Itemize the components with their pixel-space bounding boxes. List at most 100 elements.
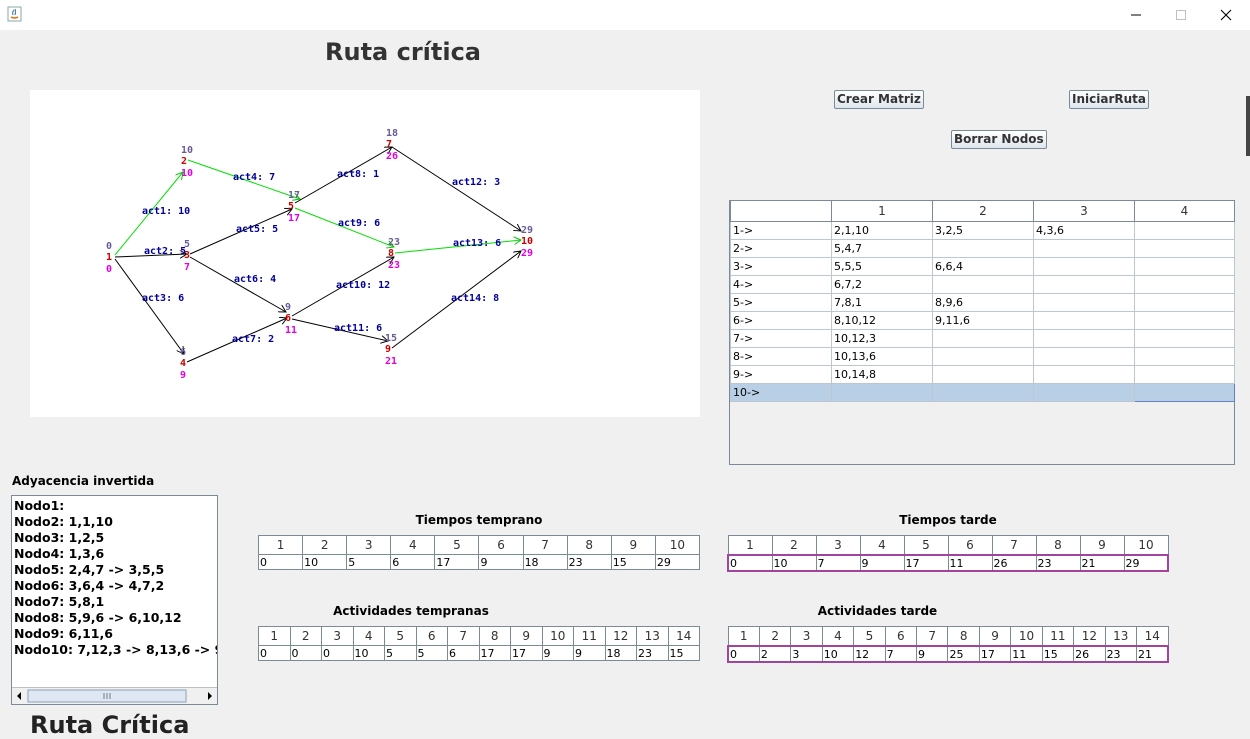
actividades-tarde-cell[interactable]: 17 [978,645,1012,663]
tiempos-temprano-col-header[interactable]: 7 [522,535,568,555]
actividades-tempranas-cell[interactable]: 18 [604,645,637,661]
matrix-col-header[interactable]: 1 [831,201,933,222]
matrix-cell[interactable] [1134,275,1235,294]
matrix-cell[interactable]: 8,9,6 [932,293,1034,312]
matrix-cell[interactable] [1134,383,1235,402]
actividades-tarde-col-header[interactable]: 14 [1135,626,1169,647]
tiempos-tarde-col-header[interactable]: 8 [1035,535,1081,556]
matrix-cell[interactable] [932,365,1034,384]
actividades-tempranas-col-header[interactable]: 2 [289,626,322,646]
actividades-tarde-col-header[interactable]: 11 [1041,626,1075,647]
tiempos-tarde-col-header[interactable]: 1 [727,535,773,556]
actividades-tempranas-col-header[interactable]: 4 [352,626,385,646]
tiempos-temprano-cell[interactable]: 10 [302,554,348,570]
matrix-row[interactable]: 3-> 5,5,5 6,6,4 [730,257,1235,276]
matrix-cell[interactable]: 8,10,12 [831,311,933,330]
matrix-row[interactable]: 8-> 10,13,6 [730,347,1235,366]
actividades-tempranas-table[interactable]: 1 2 3 4 5 6 7 8 9 10 11 12 13 14 0 0 0 10 5 5 6 17 17 9 9 18 23 15 [258,626,700,661]
tiempos-temprano-col-header[interactable]: 6 [478,535,524,555]
matrix-cell[interactable] [1134,365,1235,384]
adjacency-textarea[interactable]: Nodo1: Nodo2: 1,1,10 Nodo3: 1,2,5 Nodo4: 1,… [11,495,218,705]
actividades-tempranas-col-header[interactable]: 13 [636,626,669,646]
matrix-col-header[interactable]: 4 [1134,201,1235,222]
matrix-cell[interactable]: 7,8,1 [831,293,933,312]
actividades-tarde-cell[interactable]: 11 [1010,645,1043,663]
actividades-tempranas-col-header[interactable]: 3 [321,626,354,646]
tiempos-temprano-cell[interactable]: 29 [654,554,701,570]
matrix-cell[interactable]: 6,7,2 [831,275,933,294]
actividades-tarde-table[interactable]: 1 2 3 4 5 6 7 8 9 10 11 12 13 14 0 2 3 10 12 7 9 25 17 11 15 26 23… [726,626,1169,663]
matrix-cell[interactable]: 4,3,6 [1033,221,1135,240]
actividades-tempranas-col-header[interactable]: 11 [573,626,606,646]
tiempos-tarde-cell[interactable]: 17 [903,554,949,572]
tiempos-temprano-col-header[interactable]: 8 [566,535,612,555]
tiempos-tarde-col-header[interactable]: 2 [771,535,817,556]
actividades-tempranas-cell[interactable]: 17 [478,645,511,661]
actividades-tempranas-col-header[interactable]: 6 [415,626,448,646]
tiempos-tarde-cell[interactable]: 0 [727,554,773,572]
matrix-cell[interactable]: 9,11,6 [932,311,1034,330]
matrix-row[interactable]: 9-> 10,14,8 [730,365,1235,384]
tiempos-temprano-col-header[interactable]: 2 [302,535,348,555]
tiempos-temprano-table[interactable]: 1 2 3 4 5 6 7 8 9 10 0 10 5 6 17 9 18 23 15 29 [257,535,701,570]
matrix-cell[interactable]: 10,13,6 [831,347,933,366]
matrix-cell[interactable] [1134,257,1235,276]
actividades-tempranas-cell[interactable]: 17 [510,645,543,661]
matrix-cell[interactable]: 8-> [730,347,832,366]
actividades-tempranas-col-header[interactable]: 8 [478,626,511,646]
actividades-tarde-cell[interactable]: 12 [853,645,886,663]
scroll-right-icon[interactable] [208,692,212,700]
tiempos-temprano-cell[interactable]: 17 [434,554,480,570]
actividades-tempranas-cell[interactable]: 9 [541,645,574,661]
matrix-cell[interactable]: 7-> [730,329,832,348]
tiempos-temprano-cell[interactable]: 18 [522,554,568,570]
actividades-tempranas-value-row[interactable]: 0 0 0 10 5 5 6 17 17 9 9 18 23 15 [258,645,700,661]
tiempos-temprano-col-header[interactable]: 3 [346,535,392,555]
actividades-tarde-cell[interactable]: 2 [758,645,792,663]
actividades-tarde-col-header[interactable]: 8 [947,626,980,647]
crear-matriz-button[interactable]: Crear Matriz [834,90,924,109]
matrix-cell[interactable] [831,383,933,402]
matrix-cell[interactable] [1033,293,1135,312]
iniciar-ruta-button[interactable]: IniciarRuta [1069,90,1149,109]
tiempos-temprano-cell[interactable]: 23 [566,554,612,570]
matrix-cell[interactable]: 6-> [730,311,832,330]
tiempos-temprano-col-header[interactable]: 4 [390,535,436,555]
matrix-row[interactable]: 4-> 6,7,2 [730,275,1235,294]
matrix-cell[interactable] [1033,239,1135,258]
actividades-tarde-cell[interactable]: 26 [1073,645,1106,663]
matrix-cell[interactable] [932,347,1034,366]
actividades-tarde-col-header[interactable]: 6 [884,626,918,647]
tiempos-temprano-cell[interactable]: 5 [346,554,392,570]
actividades-tempranas-col-header[interactable]: 12 [604,626,637,646]
actividades-tempranas-cell[interactable]: 23 [636,645,669,661]
matrix-cell[interactable]: 5,5,5 [831,257,933,276]
actividades-tarde-cell[interactable]: 23 [1104,645,1137,663]
matrix-cell[interactable]: 4-> [730,275,832,294]
matrix-cell[interactable] [932,275,1034,294]
matrix-cell[interactable]: 3-> [730,257,832,276]
scroll-left-icon[interactable] [17,692,21,700]
tiempos-tarde-table[interactable]: 1 2 3 4 5 6 7 8 9 10 0 10 7 9 17 11 26 23 21 29 [727,535,1169,572]
matrix-cell[interactable]: 2-> [730,239,832,258]
actividades-tarde-col-header[interactable]: 9 [978,626,1012,647]
matrix-cell[interactable]: 9-> [730,365,832,384]
matrix-cell[interactable] [1033,329,1135,348]
matrix-cell[interactable] [1033,311,1135,330]
graph-panel[interactable]: act1: 10 act2: 5 act3: 6 act4: 7 act5: 5 act6… [30,90,700,417]
matrix-col-header[interactable]: 2 [932,201,1034,222]
tiempos-tarde-cell[interactable]: 23 [1035,554,1081,572]
matrix-row[interactable]: 7-> 10,12,3 [730,329,1235,348]
actividades-tarde-col-header[interactable]: 3 [790,626,823,647]
matrix-cell[interactable] [1134,221,1235,240]
tiempos-tarde-col-header[interactable]: 5 [903,535,949,556]
actividades-tempranas-col-header[interactable]: 1 [258,626,291,646]
actividades-tempranas-col-header[interactable]: 5 [384,626,417,646]
tiempos-temprano-col-header[interactable]: 9 [610,535,656,555]
matrix-row[interactable]: 6-> 8,10,12 9,11,6 [730,311,1235,330]
matrix-row[interactable]: 2-> 5,4,7 [730,239,1235,258]
actividades-tempranas-cell[interactable]: 5 [384,645,417,661]
tiempos-tarde-col-header[interactable]: 3 [815,535,861,556]
tiempos-tarde-col-header[interactable]: 4 [859,535,905,556]
minimize-button[interactable] [1113,0,1159,30]
